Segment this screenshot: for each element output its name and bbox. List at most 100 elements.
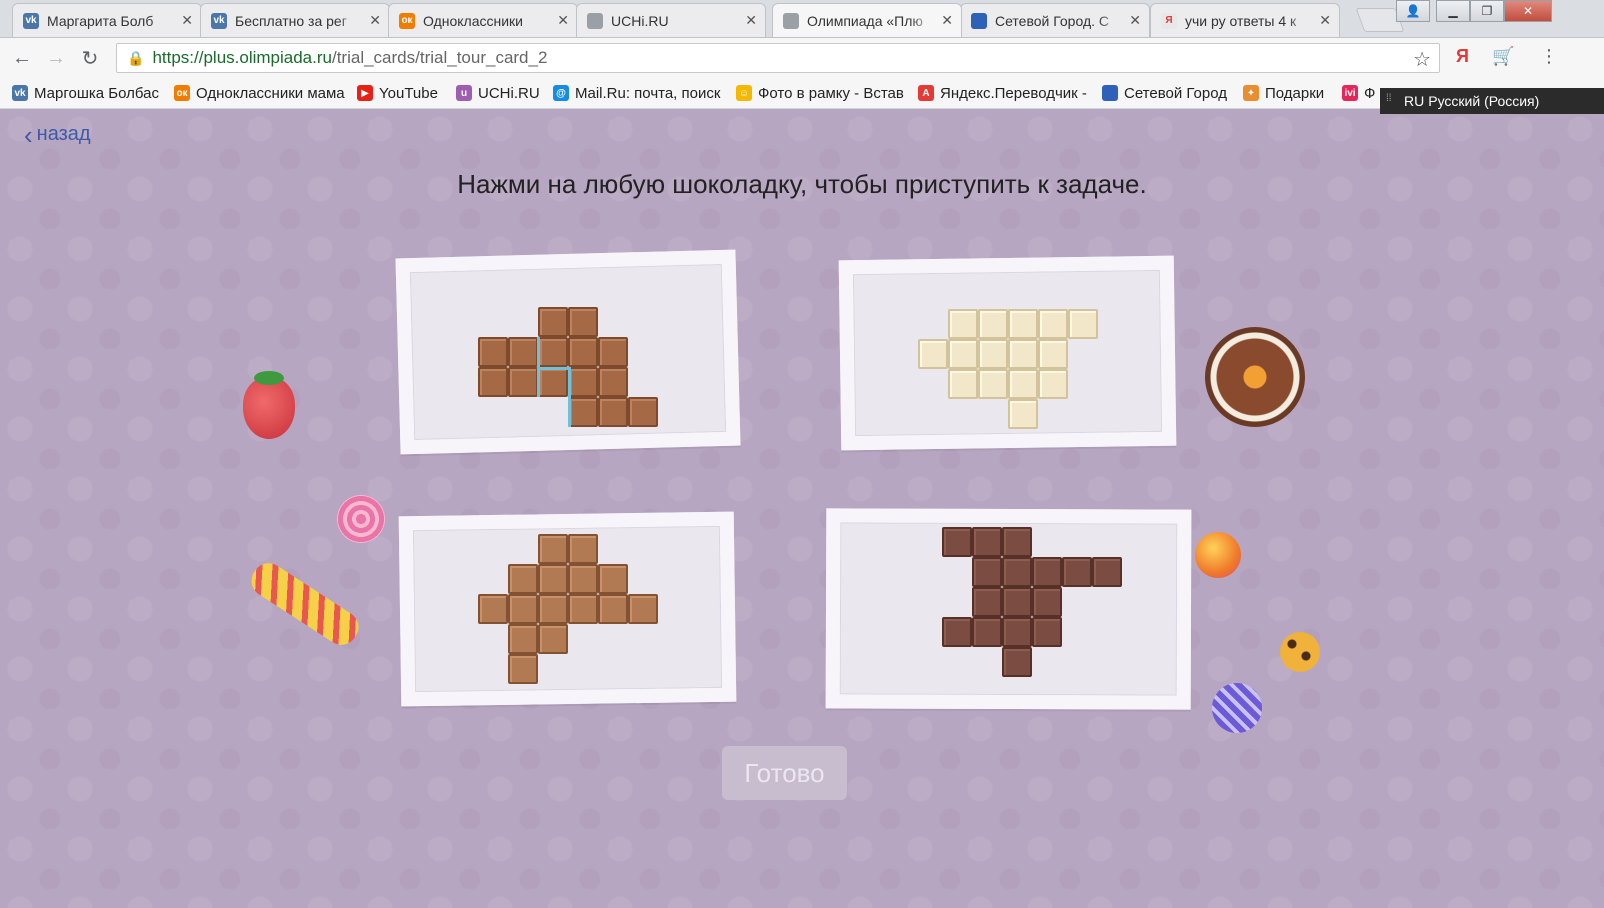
vk-icon: vk — [12, 85, 28, 101]
white-chocolate-piece — [978, 369, 1008, 399]
uchi-icon: u — [456, 85, 472, 101]
gift-icon: ✦ — [1243, 85, 1259, 101]
tab-title: Одноклассники — [423, 12, 524, 29]
bookmark-item[interactable]: ✦ Подарки — [1243, 82, 1324, 104]
tab-strip: vk Маргарита Болб ✕ vk Бесплатно за рег ✕ ок Од… — [0, 0, 1604, 38]
yandex-icon: Я — [1161, 12, 1177, 29]
bookmark-label: YouTube — [379, 84, 438, 102]
milk-chocolate-piece — [538, 337, 568, 367]
dark-chocolate-piece — [1032, 557, 1062, 587]
lollipop-candy-icon — [337, 495, 385, 543]
light-chocolate-piece — [508, 594, 538, 624]
cookie-icon — [1205, 327, 1305, 427]
vk-icon: vk — [211, 12, 227, 29]
striped-candy-icon — [1212, 683, 1262, 733]
orange-candy-icon — [1195, 532, 1241, 578]
page-icon — [783, 12, 799, 29]
bookmark-label: UCHi.RU — [478, 84, 540, 102]
close-icon[interactable]: ✕ — [1129, 12, 1141, 29]
cut-line — [537, 367, 570, 370]
browser-tab[interactable]: Олимпиада «Плю ✕ — [772, 3, 962, 37]
bookmark-item[interactable]: vk Маргошка Болбас — [12, 82, 159, 104]
setevoy-gorod-icon — [1102, 85, 1118, 101]
menu-icon[interactable]: ⋮ — [1540, 46, 1558, 67]
cut-line — [568, 367, 571, 427]
language-indicator[interactable]: ⁞⁞ RU Русский (Россия) — [1380, 88, 1604, 114]
milk-chocolate-piece — [598, 397, 628, 427]
wrapped-candy-icon — [245, 557, 365, 651]
close-icon[interactable]: ✕ — [745, 12, 757, 29]
back-arrow-icon[interactable]: ← — [10, 46, 34, 70]
url-host: https://plus.olimpiada.ru — [152, 48, 332, 67]
dark-chocolate-piece — [1002, 587, 1032, 617]
milk-chocolate-piece — [628, 397, 658, 427]
light-chocolate-piece — [538, 594, 568, 624]
ivi-icon: ivi — [1342, 85, 1358, 101]
instruction-text: Нажми на любую шоколадку, чтобы приступи… — [457, 169, 1147, 199]
cart-icon[interactable]: 🛒 — [1492, 46, 1514, 67]
forward-arrow-icon[interactable]: → — [44, 46, 68, 70]
done-button[interactable]: Готово — [722, 746, 847, 800]
dark-chocolate-piece — [1002, 527, 1032, 557]
white-chocolate-piece — [1038, 369, 1068, 399]
bookmark-item[interactable]: ivi Ф — [1342, 82, 1375, 104]
yandex-extension-icon[interactable]: Я — [1456, 46, 1469, 67]
address-bar[interactable]: 🔒 https://plus.olimpiada.ru/trial_cards/… — [116, 43, 1440, 73]
white-chocolate-piece — [1008, 369, 1038, 399]
milk-chocolate-piece — [538, 307, 568, 337]
tab-title: Маргарита Болб — [47, 12, 154, 29]
dark-chocolate-piece — [1092, 557, 1122, 587]
dark-chocolate-piece — [1002, 647, 1032, 677]
profile-button[interactable]: 👤 — [1396, 0, 1430, 22]
milk-chocolate-piece — [538, 367, 568, 397]
bookmark-label: Сетевой Город — [1124, 84, 1227, 102]
white-chocolate-piece — [1038, 339, 1068, 369]
light-chocolate-piece — [508, 624, 538, 654]
maximize-button[interactable]: ❐ — [1470, 0, 1504, 22]
white-chocolate-piece — [1038, 309, 1068, 339]
close-icon[interactable]: ✕ — [369, 12, 381, 29]
bookmark-item[interactable]: A Яндекс.Переводчик - — [918, 82, 1087, 104]
white-chocolate-piece — [918, 339, 948, 369]
tab-title: учи ру ответы 4 к — [1185, 12, 1297, 29]
translate-icon: A — [918, 85, 934, 101]
browser-tab[interactable]: vk Маргарита Болб ✕ — [12, 3, 202, 37]
bookmark-item[interactable]: Сетевой Город — [1102, 82, 1227, 104]
back-link[interactable]: ‹ назад — [24, 119, 91, 150]
bookmark-item[interactable]: ок Одноклассники мама — [174, 82, 345, 104]
url-path: /trial_cards/trial_tour_card_2 — [331, 48, 548, 67]
bookmark-label: Mail.Ru: почта, поиск — [575, 84, 721, 102]
mailru-icon: @ — [553, 85, 569, 101]
bookmark-star-icon[interactable]: ☆ — [1413, 47, 1431, 72]
close-window-button[interactable]: ✕ — [1504, 0, 1552, 22]
spotted-candy-icon — [1280, 632, 1320, 672]
light-chocolate-piece — [568, 564, 598, 594]
dark-chocolate-piece — [1032, 617, 1062, 647]
dark-chocolate-piece — [1002, 617, 1032, 647]
bookmark-item[interactable]: u UCHi.RU — [456, 82, 540, 104]
close-icon[interactable]: ✕ — [557, 12, 569, 29]
milk-chocolate-piece — [478, 367, 508, 397]
white-chocolate-piece — [948, 309, 978, 339]
grip-icon: ⁞⁞ — [1386, 93, 1392, 104]
dark-chocolate-piece — [972, 617, 1002, 647]
dark-chocolate-piece — [942, 617, 972, 647]
odnoklassniki-icon: ок — [399, 12, 415, 29]
browser-tab[interactable]: vk Бесплатно за рег ✕ — [200, 3, 390, 37]
chevron-left-icon: ‹ — [24, 119, 33, 150]
close-icon[interactable]: ✕ — [1319, 12, 1331, 29]
bookmark-label: Яндекс.Переводчик - — [940, 84, 1087, 102]
language-name: Русский (Россия) — [1428, 93, 1540, 109]
reload-icon[interactable]: ↻ — [78, 46, 102, 70]
bookmark-item[interactable]: ☺ Фото в рамку - Встав — [736, 82, 904, 104]
browser-tab[interactable]: Сетевой Город. С ✕ — [960, 3, 1150, 37]
bookmark-item[interactable]: @ Mail.Ru: почта, поиск — [553, 82, 720, 104]
browser-tab[interactable]: Яучи ру ответы 4 к ✕ — [1150, 3, 1340, 37]
close-icon[interactable]: ✕ — [941, 12, 953, 29]
browser-tab[interactable]: UCHi.RU ✕ — [576, 3, 766, 37]
minimize-button[interactable]: ▁ — [1436, 0, 1470, 22]
lock-icon: 🔒 — [127, 49, 145, 66]
browser-tab[interactable]: ок Одноклассники ✕ — [388, 3, 578, 37]
close-icon[interactable]: ✕ — [181, 12, 193, 29]
bookmark-item[interactable]: ▶ YouTube — [357, 82, 438, 104]
